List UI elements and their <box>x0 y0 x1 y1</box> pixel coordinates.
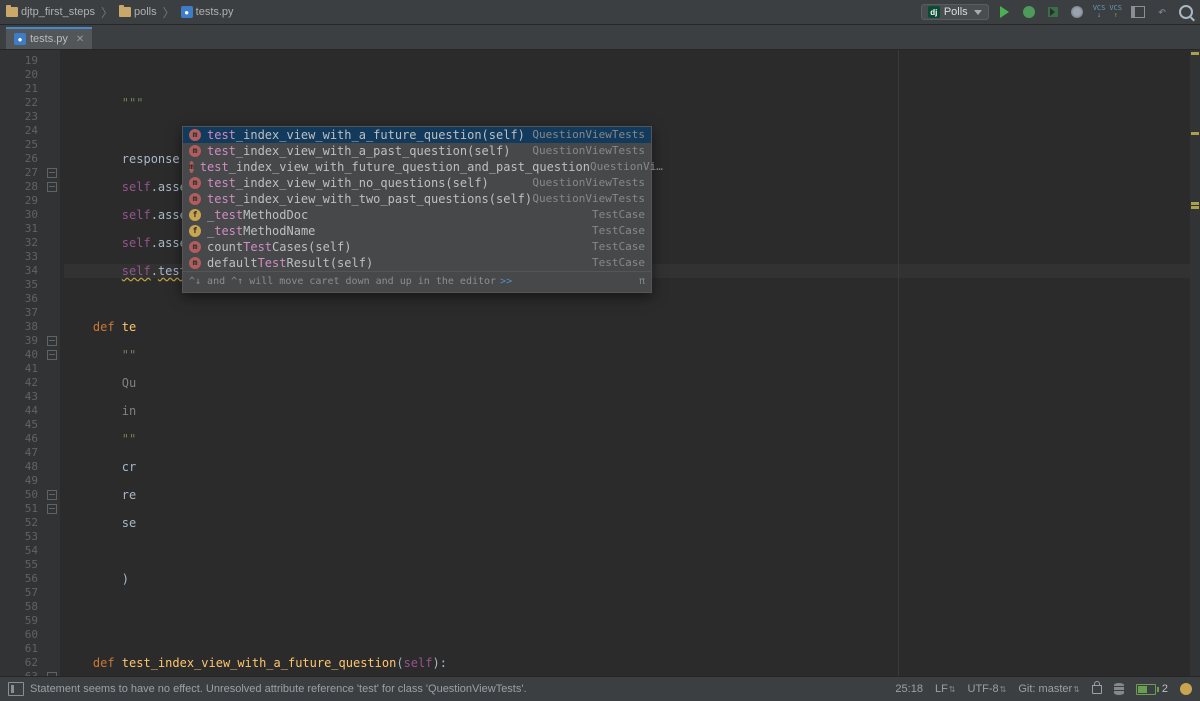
completion-item[interactable]: mtest_index_view_with_no_questions(self)… <box>183 175 651 191</box>
breadcrumbs: djtp_first_steps 〉 polls 〉 ●tests.py <box>6 4 921 21</box>
breadcrumb-sep: 〉 <box>163 4 175 21</box>
completion-item[interactable]: f_testMethodDocTestCase <box>183 207 651 223</box>
editor[interactable]: 1920212223242526272829303132333435363738… <box>0 50 1200 679</box>
breadcrumb-root[interactable]: djtp_first_steps <box>6 6 95 18</box>
breadcrumb-file[interactable]: ●tests.py <box>181 6 234 18</box>
layout-button[interactable] <box>1130 4 1146 20</box>
file-encoding[interactable]: UTF-8⇅ <box>968 683 1007 695</box>
code-area[interactable]: """ response = self.client.get(reverse('… <box>60 50 1200 679</box>
line-separator[interactable]: LF⇅ <box>935 683 956 695</box>
folder-icon <box>119 7 131 17</box>
completion-item[interactable]: f_testMethodNameTestCase <box>183 223 651 239</box>
memory-indicator[interactable]: 2 <box>1136 683 1168 695</box>
warning-mark[interactable] <box>1191 206 1199 209</box>
close-icon[interactable]: ✕ <box>76 34 84 45</box>
search-button[interactable] <box>1178 4 1194 20</box>
navigation-bar: djtp_first_steps 〉 polls 〉 ●tests.py djP… <box>0 0 1200 25</box>
autocomplete-popup[interactable]: mtest_index_view_with_a_future_question(… <box>182 126 652 293</box>
completion-item[interactable]: mtest_index_view_with_a_past_question(se… <box>183 143 651 159</box>
caret-position[interactable]: 25:18 <box>895 683 923 695</box>
run-coverage-button[interactable] <box>1045 4 1061 20</box>
warning-mark[interactable] <box>1191 132 1199 135</box>
run-config-selector[interactable]: djPolls <box>921 4 989 20</box>
status-bar: Statement seems to have no effect. Unres… <box>0 676 1200 701</box>
database-icon[interactable] <box>1114 683 1124 695</box>
browser-button[interactable] <box>1069 4 1085 20</box>
fold-strip[interactable] <box>44 50 60 679</box>
ide-status-icon[interactable] <box>1180 683 1192 695</box>
python-file-icon: ● <box>14 33 26 45</box>
debug-button[interactable] <box>1021 4 1037 20</box>
hint-link[interactable]: >> <box>500 275 512 289</box>
completion-item[interactable]: mtest_index_view_with_two_past_questions… <box>183 191 651 207</box>
status-message: Statement seems to have no effect. Unres… <box>30 683 527 695</box>
right-margin-guide <box>898 50 899 679</box>
line-gutter[interactable]: 1920212223242526272829303132333435363738… <box>0 50 44 679</box>
editor-tabs: ● tests.py ✕ <box>0 25 1200 50</box>
popup-hint: ^↓ and ^↑ will move caret down and up in… <box>183 271 651 292</box>
lock-icon[interactable] <box>1092 685 1102 694</box>
vcs-update-button[interactable]: VCS↓ <box>1093 5 1106 19</box>
warning-mark[interactable] <box>1191 52 1199 55</box>
vcs-actions: VCS↓ VCS↑ <box>1093 5 1122 19</box>
breadcrumb-sep: 〉 <box>101 4 113 21</box>
folder-icon <box>6 7 18 17</box>
tab-tests[interactable]: ● tests.py ✕ <box>6 27 92 49</box>
django-icon: dj <box>928 6 940 18</box>
breadcrumb-mid[interactable]: polls <box>119 6 157 18</box>
undo-button[interactable]: ↶ <box>1154 4 1170 20</box>
vcs-commit-button[interactable]: VCS↑ <box>1109 5 1122 19</box>
completion-item[interactable]: mtest_index_view_with_a_future_question(… <box>183 127 651 143</box>
completion-item[interactable]: mcountTestCases(self)TestCase <box>183 239 651 255</box>
git-branch[interactable]: Git: master⇅ <box>1018 683 1080 695</box>
tab-label: tests.py <box>30 33 68 45</box>
completion-item[interactable]: mdefaultTestResult(self)TestCase <box>183 255 651 271</box>
run-button[interactable] <box>997 4 1013 20</box>
dropdown-icon <box>974 10 982 15</box>
error-stripe[interactable] <box>1190 50 1200 679</box>
warning-mark[interactable] <box>1191 202 1199 205</box>
toolbar-right: djPolls VCS↓ VCS↑ ↶ <box>921 4 1194 20</box>
tool-window-icon[interactable] <box>8 682 24 696</box>
completion-item[interactable]: mtest_index_view_with_future_question_an… <box>183 159 651 175</box>
python-file-icon: ● <box>181 6 193 18</box>
